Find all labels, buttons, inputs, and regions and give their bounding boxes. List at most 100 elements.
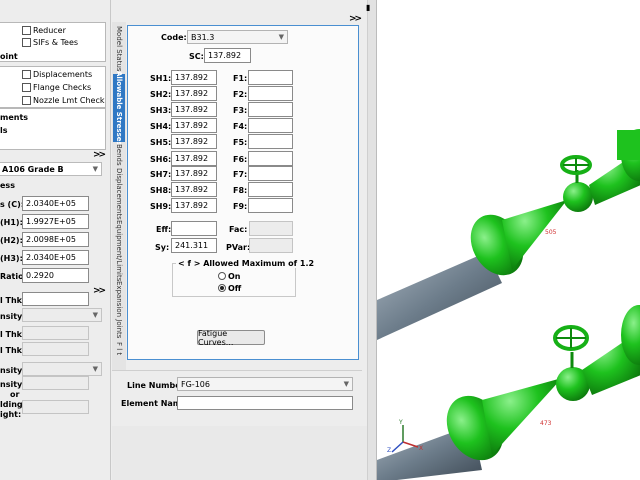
thk3-field[interactable] bbox=[22, 342, 89, 356]
sh6-field[interactable]: 137.892 bbox=[171, 151, 217, 166]
prop-field-ratio[interactable]: 0.2920 bbox=[22, 268, 89, 283]
f6-field[interactable] bbox=[248, 151, 293, 166]
code-combo[interactable]: B31.3 ▼ bbox=[187, 30, 288, 44]
sh8-field[interactable]: 137.892 bbox=[171, 182, 217, 197]
expand-chevron-icon[interactable]: >> bbox=[93, 150, 106, 160]
fac-field[interactable] bbox=[249, 221, 293, 236]
expand-chevron-icon-2[interactable]: >> bbox=[93, 286, 106, 296]
f4-field[interactable] bbox=[248, 118, 293, 133]
section-label: ess bbox=[0, 181, 15, 190]
sh4-field[interactable]: 137.892 bbox=[171, 118, 217, 133]
eff-field[interactable] bbox=[171, 221, 217, 236]
f1-label: F1: bbox=[233, 74, 248, 83]
pvar-field[interactable] bbox=[249, 238, 293, 253]
f5-field[interactable] bbox=[248, 134, 293, 149]
radio-off[interactable] bbox=[218, 284, 226, 292]
f9-label: F9: bbox=[233, 202, 248, 211]
code-value: B31.3 bbox=[191, 33, 215, 42]
sh5-value: 137.892 bbox=[175, 137, 209, 146]
prop-label-h2: (H2): bbox=[0, 236, 23, 245]
tab-model-status[interactable]: Model Status bbox=[113, 26, 125, 72]
prop-field-c[interactable]: 2.0340E+05 bbox=[22, 196, 89, 211]
line-number-value: FG-106 bbox=[181, 380, 210, 389]
eff-label: Eff: bbox=[156, 225, 172, 234]
sh1-field[interactable]: 137.892 bbox=[171, 70, 217, 85]
sh2-field[interactable]: 137.892 bbox=[171, 86, 217, 101]
line-number-combo[interactable]: FG-106 ▼ bbox=[177, 377, 353, 391]
tab-displacements[interactable]: Displacements bbox=[113, 168, 125, 220]
bottom-label-2: or bbox=[10, 390, 20, 399]
sy-value: 241.311 bbox=[175, 241, 209, 250]
sh7-label: SH7: bbox=[150, 170, 172, 179]
f9-field[interactable] bbox=[248, 198, 293, 213]
thk-field[interactable] bbox=[22, 292, 89, 306]
f3-field[interactable] bbox=[248, 102, 293, 117]
density2-combo[interactable]: ▼ bbox=[22, 362, 102, 376]
f4-label: F4: bbox=[233, 122, 248, 131]
tab-equipment-limits[interactable]: Equipment/Limits bbox=[113, 220, 125, 281]
tab-bends[interactable]: Bends bbox=[113, 144, 125, 166]
element-name-field[interactable] bbox=[177, 396, 353, 410]
bottom-label-4: ight: bbox=[0, 410, 22, 419]
chevron-down-icon: ▼ bbox=[92, 165, 98, 173]
sc-field[interactable]: 137.892 bbox=[204, 48, 251, 63]
thk2-field[interactable] bbox=[22, 326, 89, 340]
sy-field[interactable]: 241.311 bbox=[171, 238, 217, 253]
panel-divider bbox=[110, 0, 111, 480]
flange-checks-checkbox[interactable] bbox=[22, 83, 31, 92]
prop-value-h1: 1.9927E+05 bbox=[26, 217, 76, 226]
reducer-label: Reducer bbox=[33, 26, 66, 35]
f7-field[interactable] bbox=[248, 166, 293, 181]
sifs-tees-label: SIFs & Tees bbox=[33, 38, 79, 47]
fatigue-curves-button[interactable]: Fatigue Curves... bbox=[197, 329, 265, 347]
sh8-label: SH8: bbox=[150, 186, 172, 195]
f6-label: F6: bbox=[233, 155, 248, 164]
sh9-field[interactable]: 137.892 bbox=[171, 198, 217, 213]
partial-label-ments: ments bbox=[0, 113, 29, 122]
f8-field[interactable] bbox=[248, 182, 293, 197]
sh5-label: SH5: bbox=[150, 138, 172, 147]
bottom-field-2[interactable] bbox=[22, 400, 89, 414]
f7-label: F7: bbox=[233, 170, 248, 179]
collapse-chevron-icon[interactable]: >> bbox=[349, 14, 362, 24]
tab-expansion-joints[interactable]: Expansion Joints bbox=[113, 281, 125, 338]
tab-more[interactable]: F l t bbox=[113, 340, 125, 358]
prop-value-h2: 2.0098E+05 bbox=[26, 235, 76, 244]
triad-x-label: X bbox=[419, 445, 423, 452]
f5-label: F5: bbox=[233, 138, 248, 147]
sh7-value: 137.892 bbox=[175, 169, 209, 178]
radio-on[interactable] bbox=[218, 272, 226, 280]
prop-label-h3: (H3): bbox=[0, 254, 23, 263]
pvar-label: PVar: bbox=[226, 243, 251, 252]
f1-field[interactable] bbox=[248, 70, 293, 85]
sh3-field[interactable]: 137.892 bbox=[171, 102, 217, 117]
sifs-tees-checkbox[interactable] bbox=[22, 38, 31, 47]
density-combo[interactable]: ▼ bbox=[22, 308, 102, 322]
f3-label: F3: bbox=[233, 106, 248, 115]
chevron-down-icon: ▼ bbox=[92, 311, 98, 319]
prop-field-h3[interactable]: 2.0340E+05 bbox=[22, 250, 89, 265]
sh5-field[interactable]: 137.892 bbox=[171, 134, 217, 149]
prop-value-c: 2.0340E+05 bbox=[26, 199, 76, 208]
fac-label: Fac: bbox=[229, 225, 248, 234]
bottom-field-1[interactable] bbox=[22, 376, 89, 390]
node-label-473: 473 bbox=[540, 420, 552, 427]
prop-field-h1[interactable]: 1.9927E+05 bbox=[22, 214, 89, 229]
splitter[interactable] bbox=[367, 0, 376, 480]
pin-icon[interactable]: ▮ bbox=[366, 3, 374, 12]
left-panel: Reducer SIFs & Tees oint Displacements F… bbox=[0, 0, 112, 480]
sh7-field[interactable]: 137.892 bbox=[171, 166, 217, 181]
displacements-checkbox[interactable] bbox=[22, 70, 31, 79]
f2-field[interactable] bbox=[248, 86, 293, 101]
tab-allowable-stresses[interactable]: Allowable Stresses bbox=[113, 71, 125, 145]
sc-label: SC: bbox=[189, 52, 204, 61]
prop-field-h2[interactable]: 2.0098E+05 bbox=[22, 232, 89, 247]
sh3-label: SH3: bbox=[150, 106, 172, 115]
sh1-label: SH1: bbox=[150, 74, 172, 83]
material-combo[interactable]: A106 Grade B ▼ bbox=[0, 162, 102, 176]
nozzle-lmt-checkbox[interactable] bbox=[22, 96, 31, 105]
model-viewer[interactable]: 505 473 Y X Z bbox=[376, 0, 640, 480]
allowed-max-title: < f > Allowed Maximum of 1.2 bbox=[176, 259, 317, 268]
reducer-checkbox[interactable] bbox=[22, 26, 31, 35]
prop-value-h3: 2.0340E+05 bbox=[26, 253, 76, 262]
